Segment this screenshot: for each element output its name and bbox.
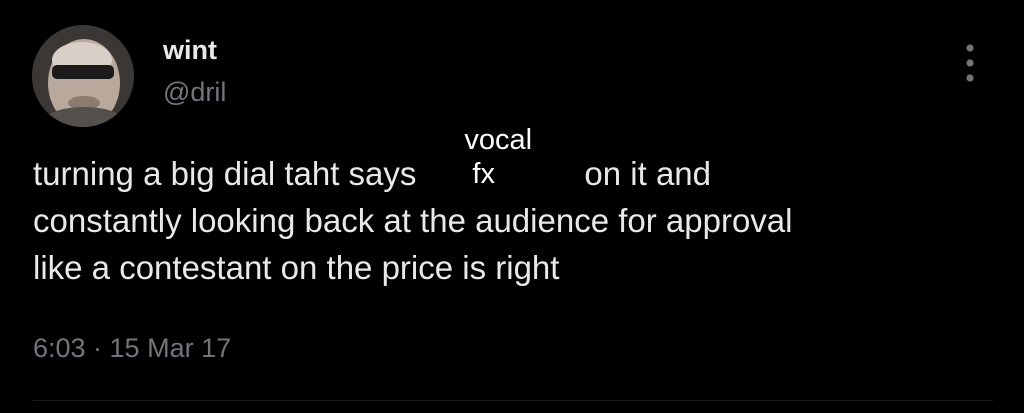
tweet-line-1: turning a big dial taht says vocal fx on it… bbox=[33, 124, 792, 197]
tweet-text-part1: turning a big dial taht says bbox=[33, 155, 417, 192]
dial-word-top: vocal bbox=[464, 124, 533, 156]
tweet-card: wint @dril turning a big dial taht says v… bbox=[0, 0, 1024, 413]
display-name[interactable]: wint bbox=[163, 34, 226, 66]
tweet-text-part2: on it and bbox=[584, 155, 712, 192]
user-info: wint @dril bbox=[163, 34, 226, 108]
divider bbox=[33, 400, 993, 401]
avatar[interactable] bbox=[32, 25, 134, 127]
more-vertical-icon bbox=[966, 44, 974, 82]
dial-word-bottom: fx bbox=[472, 158, 495, 190]
user-handle[interactable]: @dril bbox=[163, 76, 226, 108]
tweet-text: turning a big dial taht says vocal fx on it… bbox=[33, 124, 793, 291]
more-options-button[interactable] bbox=[956, 40, 984, 86]
tweet-timestamp[interactable]: 6:03 · 15 Mar 17 bbox=[33, 332, 231, 364]
tweet-line-3: like a contestant on the price is right bbox=[33, 249, 560, 286]
tweet-line-2: constantly looking back at the audience … bbox=[33, 202, 793, 239]
dial-label: vocal fx bbox=[416, 124, 584, 190]
